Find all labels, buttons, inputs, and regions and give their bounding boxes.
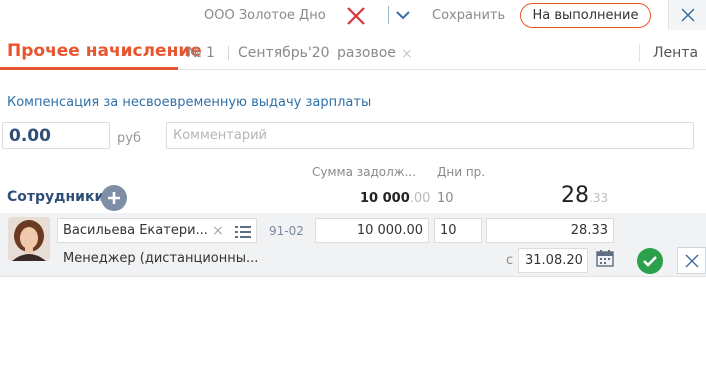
amount-value: 0.00 — [9, 126, 51, 146]
total-sum: 28.33 — [561, 183, 608, 208]
confirm-button[interactable] — [637, 248, 663, 274]
total-days: 10 — [437, 191, 454, 206]
document-number[interactable]: № 1 — [187, 45, 215, 61]
total-sum-dec: .33 — [589, 191, 609, 205]
days-input[interactable]: 10 — [434, 218, 482, 243]
kind-clear-icon[interactable]: × — [401, 46, 413, 62]
from-label: с — [506, 253, 514, 268]
close-button[interactable] — [668, 0, 706, 30]
comment-placeholder: Комментарий — [173, 128, 267, 143]
debt-value: 10 000.00 — [356, 223, 423, 238]
list-icon[interactable] — [235, 225, 251, 243]
table-row: Васильева Екатери... × 91-02 10 000.00 1… — [0, 213, 706, 277]
debt-input[interactable]: 10 000.00 — [315, 218, 429, 243]
feed-divider — [639, 44, 640, 62]
calendar-icon[interactable] — [596, 249, 614, 271]
column-header-days: Дни пр. — [437, 165, 486, 179]
comment-input[interactable]: Комментарий — [166, 122, 694, 149]
page-title: Прочее начисление — [7, 41, 202, 61]
period-selector[interactable]: Сентябрь'20 — [238, 45, 330, 61]
add-employee-button[interactable] — [101, 185, 127, 211]
delete-icon[interactable] — [345, 6, 367, 26]
name-clear-icon[interactable]: × — [212, 223, 224, 239]
total-debt-int: 10 000 — [360, 191, 410, 206]
save-button[interactable]: Сохранить — [432, 8, 505, 23]
close-icon — [681, 8, 695, 22]
total-sum-int: 28 — [561, 183, 589, 208]
sum-input[interactable]: 28.33 — [486, 218, 614, 243]
toolbar-divider — [388, 6, 389, 24]
from-date-input[interactable]: 31.08.20 — [518, 248, 588, 273]
days-value: 10 — [440, 223, 457, 238]
run-button[interactable]: На выполнение — [520, 3, 651, 28]
plus-icon — [108, 192, 120, 204]
employees-label: Сотрудники — [7, 189, 105, 205]
from-date-value: 31.08.20 — [525, 253, 583, 268]
checkmark-icon — [643, 256, 657, 267]
compensation-title[interactable]: Компенсация за несвоевременную выдачу за… — [7, 95, 371, 110]
employee-position[interactable]: Менеджер (дистанционны... — [63, 251, 258, 266]
employee-code: 91-02 — [269, 224, 304, 238]
header-divider — [228, 46, 229, 60]
feed-link[interactable]: Лента — [653, 45, 698, 61]
kind-selector[interactable]: разовое — [337, 45, 396, 61]
avatar — [8, 217, 50, 261]
active-tab-underline — [0, 67, 178, 70]
total-debt: 10 000.00 — [360, 191, 430, 206]
document-header: Прочее начисление № 1 Сентябрь'20 разово… — [0, 36, 706, 70]
total-debt-dec: .00 — [409, 191, 431, 206]
sum-value: 28.33 — [570, 223, 608, 238]
amount-field[interactable]: 0.00 — [2, 122, 110, 149]
company-name[interactable]: ООО Золотое Дно — [204, 8, 326, 23]
top-toolbar: ООО Золотое Дно Сохранить На выполнение — [0, 0, 706, 32]
employee-name: Васильева Екатери... — [63, 223, 208, 238]
close-icon — [685, 254, 699, 268]
remove-employee-button[interactable] — [677, 247, 706, 274]
chevron-down-icon[interactable] — [394, 7, 412, 23]
employee-name-field[interactable]: Васильева Екатери... × — [57, 218, 257, 243]
column-header-debt: Сумма задолж... — [312, 165, 417, 179]
currency-label: руб — [117, 131, 141, 146]
